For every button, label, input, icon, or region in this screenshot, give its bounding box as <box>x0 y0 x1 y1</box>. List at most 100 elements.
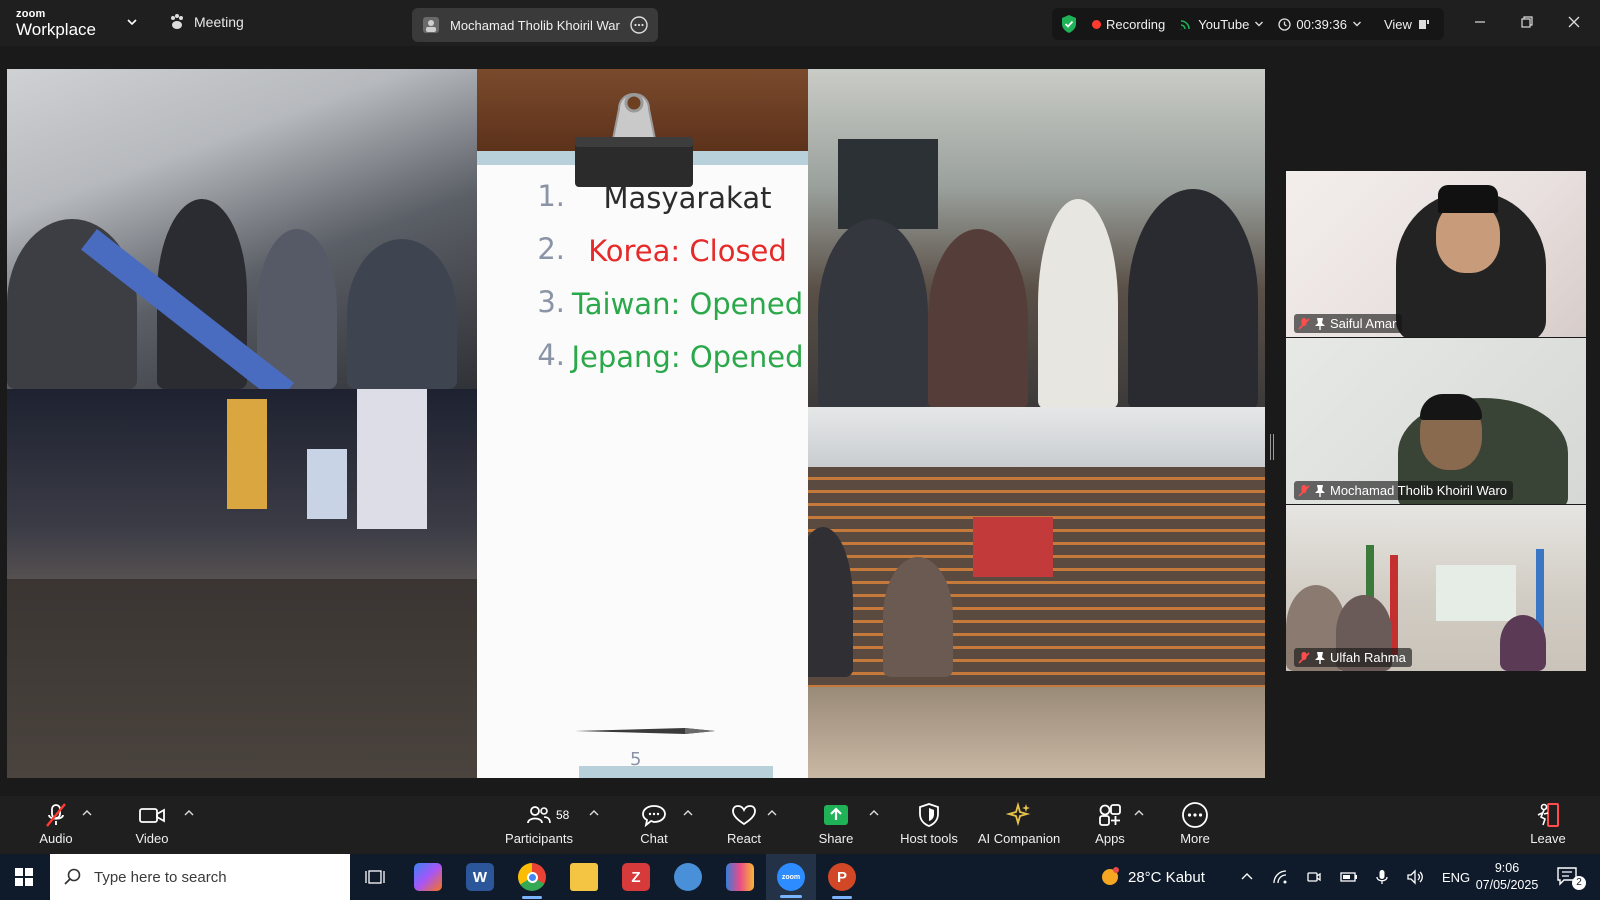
powerpoint-app-icon[interactable]: P <box>828 863 856 899</box>
view-layout-icon <box>1418 20 1429 29</box>
meeting-info-button[interactable]: Meeting <box>168 13 244 31</box>
audio-label: Audio <box>39 831 73 846</box>
apps-options-caret[interactable] <box>1134 809 1144 817</box>
word-app-icon[interactable]: W <box>466 863 494 891</box>
share-title: Mochamad Tholib Khoiril Waro's <box>450 17 620 33</box>
taskbar-clock[interactable]: 9:06 07/05/2025 <box>1466 860 1548 894</box>
youtube-stream-status[interactable]: YouTube <box>1179 17 1264 32</box>
video-tile[interactable]: Saiful Amar <box>1286 171 1586 337</box>
audio-options-caret[interactable] <box>82 809 92 817</box>
chevron-up-icon[interactable] <box>1240 870 1254 884</box>
zotero-app-icon[interactable]: Z <box>622 863 650 891</box>
view-button[interactable]: View <box>1384 17 1431 32</box>
app-books-icon[interactable] <box>726 863 754 891</box>
video-tile[interactable]: Mochamad Tholib Khoiril Waro <box>1286 338 1586 504</box>
recording-label: Recording <box>1106 16 1166 32</box>
notifications-button[interactable]: 2 <box>1556 866 1586 890</box>
photo-person-shape <box>883 557 953 677</box>
chrome-center <box>526 871 538 883</box>
apps-label: Apps <box>1095 831 1125 846</box>
photo-escalator-crowd <box>7 69 477 389</box>
slide-list: 1. Masyarakat 2. Korea: Closed 3. Taiwan… <box>477 179 808 391</box>
chat-bubble-icon <box>642 805 666 827</box>
running-indicator <box>780 895 802 898</box>
running-indicator <box>832 896 852 899</box>
windows-start-icon[interactable] <box>15 868 33 886</box>
zoom-app-active[interactable]: zoom <box>766 854 816 900</box>
close-button[interactable] <box>1562 10 1586 34</box>
paw-icon <box>171 14 183 29</box>
share-label: Share <box>818 831 854 846</box>
title-bar: zoom Workplace Meeting Mochamad Tholib K… <box>0 0 1600 46</box>
recording-status[interactable]: Recording <box>1092 17 1165 32</box>
participants-options-caret[interactable] <box>589 809 599 817</box>
presenter-avatar-icon <box>423 17 439 33</box>
react-button[interactable]: React <box>722 800 766 850</box>
meet-now-icon[interactable] <box>1306 869 1322 885</box>
clock-time: 9:06 <box>1494 861 1520 875</box>
mic-muted-icon <box>1298 651 1310 664</box>
pin-icon <box>1315 651 1325 664</box>
copilot-app-icon[interactable] <box>414 863 442 891</box>
more-label: More <box>1180 831 1210 846</box>
network-icon[interactable] <box>1272 869 1288 885</box>
participants-label: Participants <box>505 831 573 846</box>
list-item: 3. Taiwan: Opened <box>477 285 808 338</box>
chevron-down-icon <box>1352 21 1361 27</box>
room-screen <box>1436 565 1516 621</box>
chat-options-caret[interactable] <box>683 809 693 817</box>
participant-silhouette <box>1500 615 1546 671</box>
list-item: 2. Korea: Closed <box>477 232 808 285</box>
volume-icon[interactable] <box>1406 869 1424 885</box>
battery-icon[interactable] <box>1340 871 1358 883</box>
apps-button[interactable]: Apps <box>1088 800 1132 850</box>
share-options-caret[interactable] <box>869 809 879 817</box>
list-text: Korea: Closed <box>588 234 787 268</box>
zoom-logo: zoom Workplace <box>16 9 96 39</box>
chat-label: Chat <box>640 831 668 846</box>
shield-icon <box>919 803 939 827</box>
screen-share-indicator[interactable]: Mochamad Tholib Khoiril Waro's <box>412 8 658 42</box>
shield-check-icon[interactable] <box>1060 14 1078 34</box>
heart-icon <box>732 805 756 826</box>
host-tools-button[interactable]: Host tools <box>896 800 962 850</box>
more-button[interactable]: More <box>1173 800 1217 850</box>
video-tile[interactable]: Ulfah Rahma <box>1286 505 1586 671</box>
weather-widget[interactable]: 28°C Kabut <box>1098 854 1205 900</box>
shared-screen-slide[interactable]: 1. Masyarakat 2. Korea: Closed 3. Taiwan… <box>7 69 1265 778</box>
app-globe-icon[interactable] <box>674 863 702 891</box>
minimize-button[interactable] <box>1468 10 1492 34</box>
taskbar-search[interactable]: Type here to search <box>50 854 350 900</box>
chevron-down-icon[interactable] <box>126 16 138 28</box>
microphone-icon[interactable] <box>1376 869 1388 885</box>
photo-train-passengers <box>808 69 1265 407</box>
share-button[interactable]: Share <box>814 800 858 850</box>
resize-handle[interactable] <box>1270 434 1274 460</box>
slide-bottom-strip <box>579 766 773 778</box>
chevron-down-icon <box>1255 21 1264 27</box>
chat-button[interactable]: Chat <box>634 800 674 850</box>
leave-button[interactable]: Leave <box>1528 800 1568 850</box>
photo-red-booth <box>973 517 1053 577</box>
restore-button[interactable] <box>1515 10 1539 34</box>
participant-name: Saiful Amar <box>1330 316 1397 331</box>
react-options-caret[interactable] <box>767 809 777 817</box>
windows-taskbar: Type here to search W Z zoom P 28°C Kabu… <box>0 854 1600 900</box>
list-text: Masyarakat <box>603 181 772 215</box>
file-explorer-icon[interactable] <box>570 863 598 891</box>
meeting-timer[interactable]: 00:39:36 <box>1278 17 1362 32</box>
ai-companion-button[interactable]: AI Companion <box>978 800 1060 850</box>
minimize-icon <box>1475 21 1485 23</box>
system-tray: ENG <box>1240 854 1470 900</box>
chrome-app-icon[interactable] <box>518 863 546 899</box>
participant-nametag: Mochamad Tholib Khoiril Waro <box>1294 481 1514 500</box>
pen-icon <box>575 728 715 734</box>
more-options-icon[interactable] <box>630 16 648 34</box>
mic-muted-icon <box>1298 484 1310 497</box>
video-options-caret[interactable] <box>184 809 194 817</box>
video-button[interactable]: Video <box>130 800 174 850</box>
audio-button[interactable]: Audio <box>36 800 76 850</box>
leave-label: Leave <box>1530 831 1566 846</box>
participant-cap <box>1438 185 1498 213</box>
task-view-icon[interactable] <box>365 868 385 886</box>
